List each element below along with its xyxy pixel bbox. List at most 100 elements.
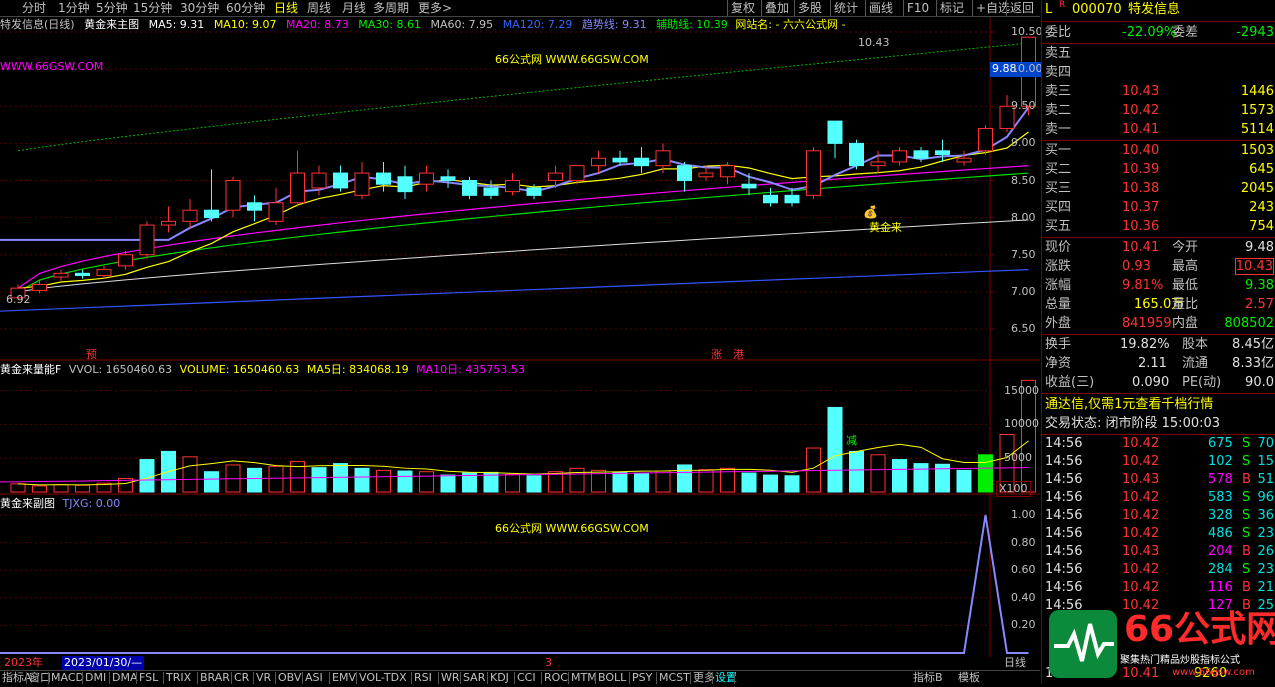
tab-5分钟[interactable]: 5分钟	[96, 0, 128, 16]
tab-周线[interactable]: 周线	[307, 0, 331, 16]
indicator-tab-EMV[interactable]: EMV	[332, 671, 356, 685]
stat-value-2: 808502	[1224, 316, 1274, 331]
toolbar-F10[interactable]: F10	[907, 0, 929, 16]
bid-row[interactable]: 买一 10.40 1503	[1042, 141, 1275, 160]
kline-chart[interactable]	[0, 17, 1040, 657]
volume-bar	[612, 471, 628, 493]
indicator-tab-VR[interactable]: VR	[256, 671, 271, 685]
toolbar-+自选[interactable]: +自选	[976, 0, 1010, 16]
toolbar-返回[interactable]: 返回	[1010, 0, 1034, 16]
tab-更多>[interactable]: 更多>	[418, 0, 452, 16]
tick-row: 14:56 10.42 284 S 23	[1042, 561, 1275, 579]
toolbar-叠加[interactable]: 叠加	[765, 0, 789, 16]
tab-分时[interactable]: 分时	[22, 0, 46, 16]
tick-side: S	[1242, 454, 1251, 469]
tick-volume: 116	[1208, 580, 1233, 595]
bid-price: 10.39	[1122, 162, 1160, 177]
ask-row[interactable]: 卖五	[1042, 44, 1275, 63]
indicator-tab-PSY[interactable]: PSY	[632, 671, 652, 685]
main-header: 特发信息(日线) 黄金来主图 MA5: 9.31 MA10: 9.07 MA20…	[0, 18, 845, 32]
bid-row[interactable]: 买五 10.36 754	[1042, 217, 1275, 236]
date-cursor[interactable]: 2023/01/30/—	[62, 656, 145, 670]
indicator-tab-OBV[interactable]: OBV	[278, 671, 301, 685]
indicator-tab-指标A[interactable]: 指标A	[2, 671, 32, 685]
tick-side: S	[1242, 508, 1251, 523]
tab-日线[interactable]: 日线	[274, 0, 298, 16]
tab-60分钟[interactable]: 60分钟	[226, 0, 265, 16]
indicator-tab-VOL-TDX[interactable]: VOL-TDX	[359, 671, 407, 685]
toolbar-标记[interactable]: 标记	[940, 0, 964, 16]
toolbar-统计[interactable]: 统计	[834, 0, 858, 16]
fund-value-2: 8.45亿	[1232, 337, 1274, 352]
bid-row[interactable]: 买三 10.38 2045	[1042, 179, 1275, 198]
tab-15分钟[interactable]: 15分钟	[133, 0, 172, 16]
tab-多周期[interactable]: 多周期	[373, 0, 409, 16]
badge-l[interactable]: L	[1045, 0, 1052, 19]
volume-bar	[913, 463, 929, 493]
indicator-tab-模板[interactable]: 模板	[958, 671, 980, 685]
ask-row[interactable]: 卖三 10.43 1446	[1042, 82, 1275, 101]
toolbar-多股[interactable]: 多股	[798, 0, 822, 16]
indicator-tab-CCI[interactable]: CCI	[517, 671, 536, 685]
indicator-tab-RSI[interactable]: RSI	[414, 671, 432, 685]
stat-row: 外盘 841959 内盘 808502	[1042, 314, 1275, 333]
indicator-tab-BRAR[interactable]: BRAR	[200, 671, 230, 685]
indicator-tab-FSL[interactable]: FSL	[139, 671, 158, 685]
candle-body	[75, 272, 90, 277]
tick-side: S	[1242, 562, 1251, 577]
tick-price: 10.43	[1122, 544, 1160, 559]
toolbar-复权[interactable]: 复权	[731, 0, 755, 16]
indicator-tab-BOLL[interactable]: BOLL	[598, 671, 626, 685]
main-y-tick: 8.00	[1011, 210, 1036, 224]
volume-bar	[32, 485, 47, 493]
ask-price: 10.43	[1122, 84, 1160, 99]
candle-body	[741, 183, 757, 189]
indicator-tab-ASI[interactable]: ASI	[305, 671, 323, 685]
indicator-tab-指标B[interactable]: 指标B	[913, 671, 943, 685]
indicator-tab-WR[interactable]: WR	[441, 671, 460, 685]
ask-volume: 1446	[1240, 84, 1274, 99]
status-text: 交易状态: 闭市阶段 15:00:03	[1045, 416, 1221, 431]
volume-bar	[956, 469, 972, 493]
badge-r[interactable]: R	[1059, 0, 1065, 15]
indicator-tab-ROC[interactable]: ROC	[544, 671, 568, 685]
ask-row[interactable]: 卖一 10.41 5114	[1042, 120, 1275, 139]
toolbar-画线[interactable]: 画线	[869, 0, 893, 16]
indicator-tab-MACD[interactable]: MACD	[51, 671, 84, 685]
bid-row[interactable]: 买二 10.39 645	[1042, 160, 1275, 179]
tick-side: B	[1242, 580, 1251, 595]
indicator-tab-MTM[interactable]: MTM	[571, 671, 597, 685]
tick-count: 36	[1257, 508, 1274, 523]
volume-bar	[440, 474, 456, 493]
indicator-tab-DMI[interactable]: DMI	[85, 671, 106, 685]
candle-body	[612, 157, 628, 163]
main-y-tick: 10.50	[1011, 25, 1043, 38]
notice-row[interactable]: 通达信,仅需1元查看千档行情	[1042, 395, 1275, 414]
ask-row[interactable]: 卖二 10.42 1573	[1042, 101, 1275, 120]
sub-indicator-name[interactable]: 黄金来副图	[0, 497, 55, 510]
volume-y-tick: 15000	[1004, 383, 1039, 397]
notice-text[interactable]: 通达信,仅需1元查看千档行情	[1045, 395, 1213, 414]
tab-30分钟[interactable]: 30分钟	[180, 0, 219, 16]
bid-row[interactable]: 买四 10.37 243	[1042, 198, 1275, 217]
indicator-tab-MCST[interactable]: MCST	[659, 671, 690, 685]
ask-row[interactable]: 卖四	[1042, 63, 1275, 82]
indicator-tab-KDJ[interactable]: KDJ	[490, 671, 509, 685]
status-row: 交易状态: 闭市阶段 15:00:03	[1042, 414, 1275, 433]
tab-1分钟[interactable]: 1分钟	[58, 0, 90, 16]
candle-body	[440, 176, 456, 182]
tick-count: 21	[1257, 580, 1274, 595]
volume-indicator-name[interactable]: 黄金来量能F	[0, 363, 61, 376]
indicator-tab-SAR[interactable]: SAR	[463, 671, 485, 685]
tab-月线[interactable]: 月线	[342, 0, 366, 16]
tick-time: 14:56	[1045, 544, 1083, 559]
year-label: 2023年	[4, 656, 43, 669]
vvol-value: VVOL: 1650460.63	[68, 363, 173, 376]
indicator-tab-DMA[interactable]: DMA	[112, 671, 138, 685]
indicator-tab-TRIX[interactable]: TRIX	[166, 671, 191, 685]
indicator-tab-CR[interactable]: CR	[234, 671, 249, 685]
indicator-name[interactable]: 黄金来主图	[84, 18, 139, 31]
volume-bar	[376, 469, 391, 493]
ma30-value: MA30: 8.61	[358, 18, 421, 31]
tick-side: S	[1242, 436, 1251, 451]
